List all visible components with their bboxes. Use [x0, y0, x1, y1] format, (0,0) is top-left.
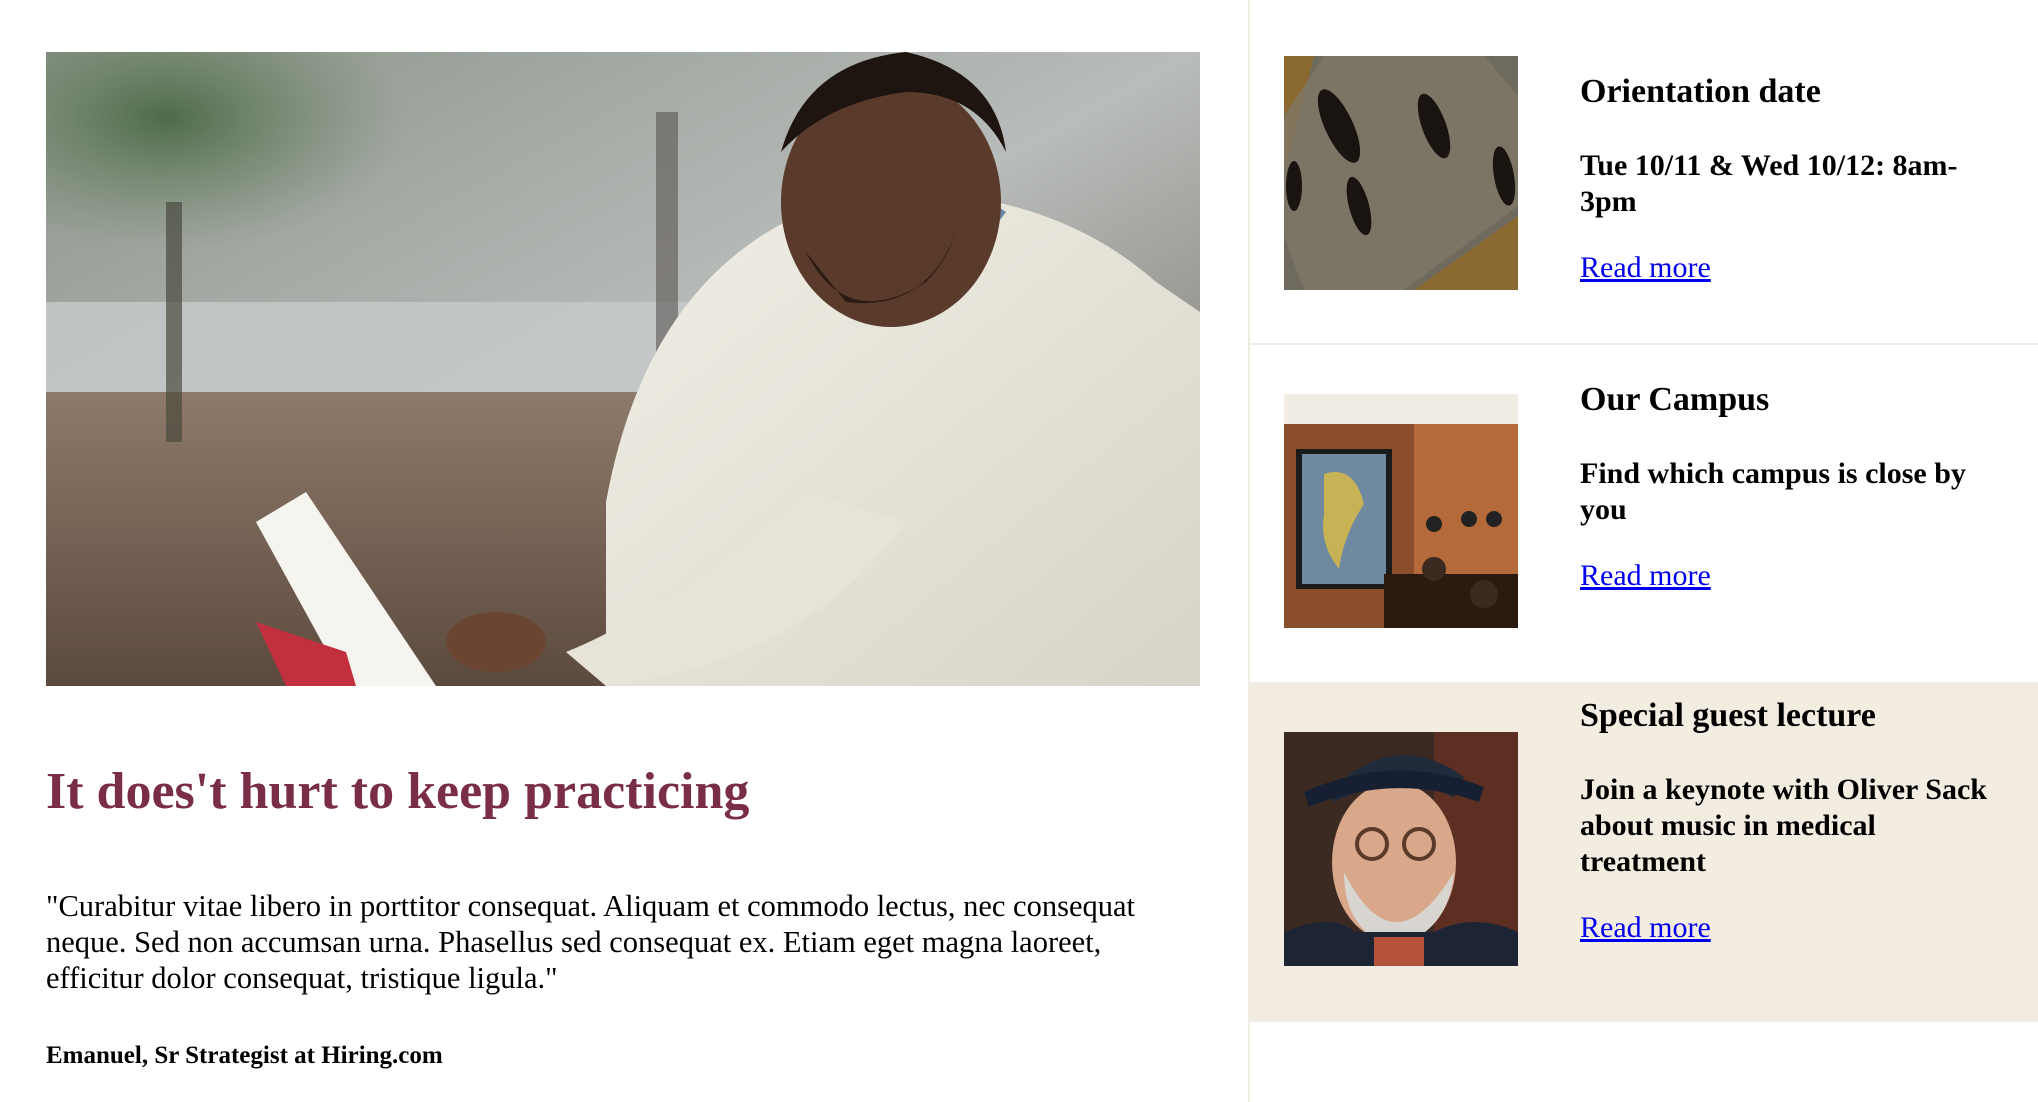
event-description: Join a keynote with Oliver Sack about mu… [1580, 773, 1987, 878]
guest-lecturer-thumbnail-photo [1284, 732, 1518, 966]
event-title: Our Campus [1580, 381, 1770, 418]
event-card-body: Special guest lecture Join a keynote wit… [1580, 696, 2000, 946]
event-card-orientation: Orientation date Tue 10/11 & Wed 10/12: … [1250, 0, 2038, 345]
events-sidebar: Orientation date Tue 10/11 & Wed 10/12: … [1248, 0, 2038, 1102]
read-more-link[interactable]: Read more [1580, 558, 1711, 594]
event-description: Tue 10/11 & Wed 10/12: 8am-3pm [1580, 149, 1958, 218]
read-more-link[interactable]: Read more [1580, 250, 1711, 286]
campus-thumbnail-photo [1284, 394, 1518, 628]
testimonial-quote: "Curabitur vitae libero in porttitor con… [46, 889, 1135, 995]
orientation-thumbnail-photo [1284, 56, 1518, 290]
testimonial-attribution: Emanuel, Sr Strategist at Hiring.com [46, 1042, 443, 1069]
event-description: Find which campus is close by you [1580, 457, 1966, 526]
featured-testimonial: It does't hurt to keep practicing "Curab… [0, 0, 1248, 1102]
page: It does't hurt to keep practicing "Curab… [0, 0, 2038, 1102]
event-card-guest-lecture: Special guest lecture Join a keynote wit… [1250, 682, 2038, 1022]
headline: It does't hurt to keep practicing [46, 763, 750, 820]
hero-photo-man-reading-book [46, 52, 1200, 686]
event-title: Special guest lecture [1580, 697, 1876, 734]
event-card-campus: Our Campus Find which campus is close by… [1250, 346, 2038, 682]
event-card-body: Orientation date Tue 10/11 & Wed 10/12: … [1580, 72, 2000, 286]
read-more-link[interactable]: Read more [1580, 910, 1711, 946]
event-title: Orientation date [1580, 73, 1821, 110]
event-card-body: Our Campus Find which campus is close by… [1580, 380, 2000, 594]
